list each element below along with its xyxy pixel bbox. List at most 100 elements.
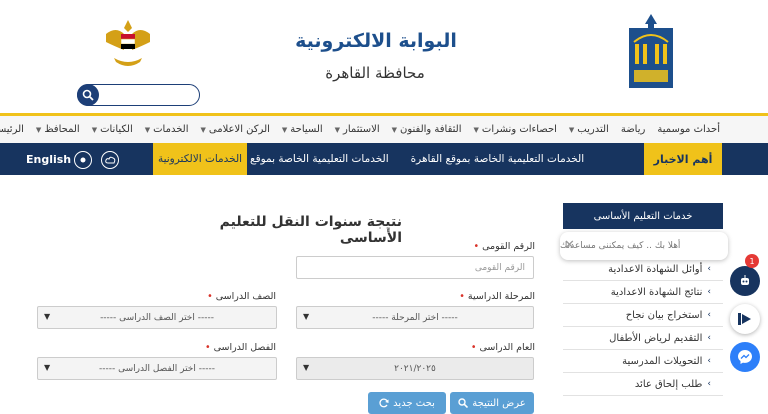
chevron-left-icon: ‹ — [707, 264, 711, 274]
sidebar-item[interactable]: أوائل الشهادة الاعدادية ‹ — [563, 258, 723, 281]
nav-item-label: الرئيسية — [0, 124, 24, 135]
sidebar-item-label: التقديم لرياض الأطفال — [609, 332, 703, 344]
chat-bubble[interactable]: أهلا بك .. كيف يمكننى مساعدتك — [560, 232, 728, 260]
nav-item-label: الاستثمار — [343, 124, 380, 135]
nav-item[interactable]: الرئيسية — [0, 124, 24, 135]
sidebar-item[interactable]: التحويلات المدرسية ‹ — [563, 350, 723, 373]
show-result-button[interactable]: عرض النتيجة — [450, 392, 534, 414]
sidebar-item[interactable]: طلب إلحاق عائد ‹ — [563, 373, 723, 396]
nav-list: الرئيسيةالمحافظ▼الكيانات▼الخدمات▼الركن ا… — [0, 116, 720, 143]
sidebar-item[interactable]: التقديم لرياض الأطفال ‹ — [563, 327, 723, 350]
chevron-left-icon: ‹ — [707, 356, 711, 366]
nav-item-label: أحداث موسمية — [657, 124, 720, 135]
chevron-down-icon: ▼ — [91, 125, 98, 134]
search-icon — [458, 398, 469, 408]
accessibility-icon[interactable] — [74, 151, 92, 169]
year-select[interactable]: ٢٠٢١/٢٠٢٥ ▼ — [296, 357, 534, 380]
chevron-down-icon: ▼ — [144, 125, 151, 134]
play-icon — [738, 313, 751, 325]
new-search-label: بحث جديد — [393, 397, 435, 409]
chevron-down-icon: ▼ — [568, 125, 575, 134]
new-search-button[interactable]: بحث جديد — [368, 392, 446, 414]
chevron-down-icon: ▼ — [44, 312, 51, 321]
nav-item-label: الركن الاعلامى — [208, 124, 270, 135]
chevron-down-icon: ▼ — [44, 363, 51, 372]
main-nav: الرئيسيةالمحافظ▼الكيانات▼الخدمات▼الركن ا… — [0, 116, 768, 143]
nav-item-label: الثقافة والفنون — [400, 124, 462, 135]
term-label: الفصل الدراسى • — [204, 342, 276, 353]
messenger-button[interactable] — [730, 342, 760, 372]
egypt-eagle-emblem — [106, 20, 150, 66]
messenger-icon — [738, 350, 752, 364]
nav-item-label: التدريب — [577, 124, 609, 135]
site-header: البوابة الالكترونية محافظة القاهرة — [0, 0, 768, 115]
nav-item[interactable]: الكيانات ▼ — [92, 124, 133, 135]
site-title: البوابة الالكترونية — [295, 30, 457, 52]
sidebar-item[interactable]: استخراج بيان نجاح ‹ — [563, 304, 723, 327]
year-label: العام الدراسى • — [470, 342, 535, 353]
chevron-down-icon: ▼ — [303, 312, 310, 321]
nav-item[interactable]: احصاءات ونشرات ▼ — [474, 124, 557, 135]
national-id-field[interactable]: الرقم القومى — [296, 256, 534, 279]
cloud-icon[interactable] — [101, 151, 119, 169]
nav-item[interactable]: الثقافة والفنون ▼ — [392, 124, 462, 135]
nav-item[interactable]: الركن الاعلامى ▼ — [201, 124, 270, 135]
nav-item-label: الخدمات — [153, 124, 189, 135]
term-select[interactable]: ----- اختر الفصل الدراسى ----- ▼ — [37, 357, 277, 380]
show-result-label: عرض النتيجة — [472, 397, 526, 409]
grade-select[interactable]: ----- اختر الصف الدراسى ----- ▼ — [37, 306, 277, 329]
nav-item[interactable]: السياحة ▼ — [282, 124, 323, 135]
chevron-down-icon: ▼ — [473, 125, 479, 134]
chevron-down-icon: ▼ — [391, 125, 397, 134]
sidebar-header: خدمات التعليم الأساسى — [563, 203, 723, 229]
nav-item[interactable]: المحافظ ▼ — [36, 124, 80, 135]
chevron-left-icon: ‹ — [707, 379, 711, 389]
nav-item[interactable]: الخدمات ▼ — [145, 124, 189, 135]
search-icon — [82, 89, 94, 101]
sidebar-item-label: طلب إلحاق عائد — [634, 378, 703, 390]
page-title: نتيجة سنوات النقل للتعليم الأساسى — [219, 214, 402, 246]
ticker-item[interactable]: الخدمات التعليمية الخاصة بموقع القاهرة — [411, 153, 584, 165]
stage-label: المرحلة الدراسية • — [459, 291, 535, 302]
sidebar-item[interactable]: نتائج الشهادة الاعدادية ‹ — [563, 281, 723, 304]
sidebar-item-label: استخراج بيان نجاح — [625, 309, 703, 321]
nav-item[interactable]: أحداث موسمية — [657, 124, 720, 135]
nav-item[interactable]: رياضة — [621, 124, 646, 135]
grade-label: الصف الدراسى • — [207, 291, 276, 302]
search-button[interactable] — [77, 84, 99, 106]
national-id-label: الرقم القومى • — [473, 241, 535, 252]
news-ticker: الخدمات التعليمية الخاصة بموقع القاهرة ا… — [250, 143, 640, 175]
sidebar-item-label: التحويلات المدرسية — [622, 355, 703, 367]
chevron-down-icon: ▼ — [334, 125, 341, 134]
chevron-down-icon: ▼ — [281, 125, 288, 134]
refresh-icon — [379, 398, 389, 408]
term-select-value: ----- اختر الفصل الدراسى ----- — [99, 363, 215, 374]
nav-item[interactable]: التدريب ▼ — [569, 124, 609, 135]
eservices-button[interactable]: الخدمات الالكترونية — [153, 143, 247, 175]
language-link[interactable]: English — [26, 143, 71, 175]
robot-icon — [741, 275, 749, 285]
chevron-down-icon: ▼ — [303, 363, 310, 372]
nav-item-label: الكيانات — [100, 124, 133, 135]
stage-select[interactable]: ----- اختر المرحلة ----- ▼ — [296, 306, 534, 329]
nav-item-label: رياضة — [620, 124, 646, 135]
cairo-governorate-logo[interactable] — [626, 14, 676, 90]
notification-badge: 1 — [745, 254, 759, 268]
video-button[interactable] — [730, 304, 760, 334]
site-subtitle: محافظة القاهرة — [325, 64, 425, 82]
chevron-down-icon: ▼ — [200, 125, 206, 134]
chevron-left-icon: ‹ — [707, 333, 711, 343]
chevron-down-icon: ▼ — [35, 125, 42, 134]
sidebar-list: أوائل الشهادة الاعدادية ‹ نتائج الشهادة ال… — [563, 258, 723, 396]
ticker-item[interactable]: الخدمات التعليمية الخاصة بموقع — [250, 153, 389, 165]
chatbot-button[interactable] — [730, 266, 760, 296]
sidebar-item-label: أوائل الشهادة الاعدادية — [608, 263, 703, 275]
stage-select-value: ----- اختر المرحلة ----- — [372, 312, 458, 323]
nav-item[interactable]: الاستثمار ▼ — [335, 124, 380, 135]
chevron-left-icon: ‹ — [707, 287, 711, 297]
close-icon[interactable]: ✕ — [564, 238, 575, 253]
grade-select-value: ----- اختر الصف الدراسى ----- — [100, 312, 214, 323]
chevron-left-icon: ‹ — [707, 310, 711, 320]
news-label[interactable]: أهم الاخبار — [644, 143, 722, 175]
year-select-value: ٢٠٢١/٢٠٢٥ — [394, 363, 436, 374]
